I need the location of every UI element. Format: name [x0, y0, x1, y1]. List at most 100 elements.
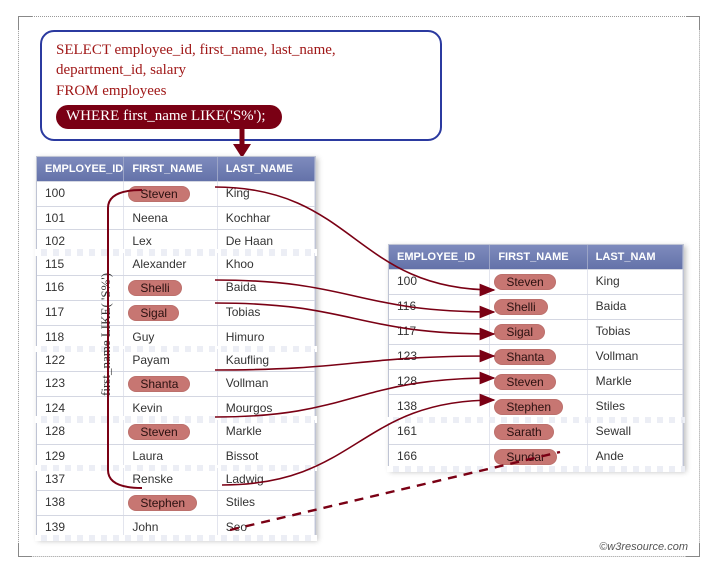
table-row: 137RenskeLadwig [37, 467, 315, 490]
cell-last_name: Stiles [218, 491, 315, 515]
match-pill: Stephen [494, 399, 563, 415]
cell-employee_id: 139 [37, 516, 124, 538]
cell-last_name: Vollman [588, 345, 683, 369]
match-pill: Steven [128, 186, 189, 202]
table-row: 100Steven King [389, 269, 683, 294]
cell-first_name: Lex [124, 230, 217, 252]
cell-last_name: Vollman [218, 372, 315, 396]
cell-last_name: Khoo [218, 253, 315, 275]
cell-last_name: Tobias [588, 320, 683, 344]
down-arrow-icon [230, 120, 260, 160]
corner-tl [18, 16, 32, 30]
cell-first_name: Sigal [124, 301, 217, 325]
match-pill: Steven [494, 274, 555, 290]
result-table-body: 100StevenKing116ShelliBaida117SigalTobia… [389, 269, 683, 469]
sql-line-1: SELECT employee_id, first_name, last_nam… [56, 40, 426, 60]
table-row: 102LexDe Haan [37, 229, 315, 252]
cell-first_name: Steven [124, 420, 217, 444]
cell-employee_id: 100 [389, 270, 490, 294]
table-row: 116Shelli Baida [389, 294, 683, 319]
source-table-body: 100StevenKing101NeenaKochhar102LexDe Haa… [37, 181, 315, 538]
cell-first_name: Renske [124, 468, 217, 490]
cell-first_name: Neena [124, 207, 217, 229]
match-pill: Shanta [128, 376, 190, 392]
cell-first_name: Sundar [490, 445, 587, 469]
table-row: 115AlexanderKhoo [37, 252, 315, 275]
col-employee_id: EMPLOYEE_ID [37, 157, 124, 181]
cell-last_name: King [588, 270, 683, 294]
corner-bl [18, 543, 32, 557]
cell-first_name: Laura [124, 445, 217, 467]
cell-employee_id: 116 [389, 295, 490, 319]
match-pill: Steven [494, 374, 555, 390]
match-pill: Sarath [494, 424, 553, 440]
table-row: 122PayamKaufling [37, 348, 315, 371]
table-row: 101NeenaKochhar [37, 206, 315, 229]
cell-first_name: Alexander [124, 253, 217, 275]
cell-last_name: Himuro [218, 326, 315, 348]
cell-first_name: Steven [490, 370, 587, 394]
cell-employee_id: 166 [389, 445, 490, 469]
col-employee_id: EMPLOYEE_ID [389, 245, 490, 269]
table-row: 139JohnSeo [37, 515, 315, 538]
table-row: 100Steven King [37, 181, 315, 206]
cell-last_name: Markle [218, 420, 315, 444]
filter-vertical-label: first_name LIKE( 'S%') [96, 208, 116, 426]
match-pill: Shelli [494, 299, 547, 315]
cell-last_name: Sewall [588, 420, 683, 444]
col-first_name: FIRST_NAME [124, 157, 217, 181]
cell-last_name: Markle [588, 370, 683, 394]
sql-line-3: FROM employees [56, 81, 426, 101]
col-last_name: LAST_NAME [218, 157, 315, 181]
cell-first_name: Shelli [490, 295, 587, 319]
cell-last_name: Seo [218, 516, 315, 538]
table-row: 117SigalTobias [37, 300, 315, 325]
table-row: 124KevinMourgos [37, 396, 315, 419]
cell-last_name: Ande [588, 445, 683, 469]
cell-employee_id: 100 [37, 182, 124, 206]
cell-last_name: Ladwig [218, 468, 315, 490]
cell-first_name: Guy [124, 326, 217, 348]
cell-first_name: Kevin [124, 397, 217, 419]
cell-employee_id: 123 [389, 345, 490, 369]
cell-first_name: Shanta [124, 372, 217, 396]
cell-last_name: Baida [218, 276, 315, 300]
match-pill: Shanta [494, 349, 556, 365]
col-first_name: FIRST_NAME [490, 245, 587, 269]
match-pill: Sigal [494, 324, 545, 340]
table-row: 128StevenMarkle [37, 419, 315, 444]
table-row: 138StephenStiles [389, 394, 683, 419]
table-row: 123ShantaVollman [37, 371, 315, 396]
cell-last_name: Kochhar [218, 207, 315, 229]
corner-br [686, 543, 700, 557]
source-table-header: EMPLOYEE_ID FIRST_NAME LAST_NAME [37, 157, 315, 181]
match-pill: Shelli [128, 280, 181, 296]
table-row: 128Steven Markle [389, 369, 683, 394]
result-table-header: EMPLOYEE_ID FIRST_NAME LAST_NAM [389, 245, 683, 269]
cell-first_name: Stephen [124, 491, 217, 515]
cell-last_name: Mourgos [218, 397, 315, 419]
cell-first_name: Shanta [490, 345, 587, 369]
cell-employee_id: 161 [389, 420, 490, 444]
cell-first_name: Steven [490, 270, 587, 294]
cell-last_name: King [218, 182, 315, 206]
sql-line-2: department_id, salary [56, 60, 426, 80]
cell-last_name: Baida [588, 295, 683, 319]
cell-last_name: Bissot [218, 445, 315, 467]
cell-last_name: Kaufling [218, 349, 315, 371]
cell-first_name: Shelli [124, 276, 217, 300]
cell-employee_id: 138 [37, 491, 124, 515]
col-last_name: LAST_NAM [588, 245, 683, 269]
table-row: 129LauraBissot [37, 444, 315, 467]
table-row: 161Sarath Sewall [389, 419, 683, 444]
cell-first_name: Sigal [490, 320, 587, 344]
cell-first_name: Payam [124, 349, 217, 371]
cell-first_name: Sarath [490, 420, 587, 444]
corner-tr [686, 16, 700, 30]
credit-text: ©w3resource.com [599, 541, 688, 553]
cell-employee_id: 138 [389, 395, 490, 419]
cell-employee_id: 128 [389, 370, 490, 394]
table-row: 117SigalTobias [389, 319, 683, 344]
cell-employee_id: 129 [37, 445, 124, 467]
cell-last_name: De Haan [218, 230, 315, 252]
